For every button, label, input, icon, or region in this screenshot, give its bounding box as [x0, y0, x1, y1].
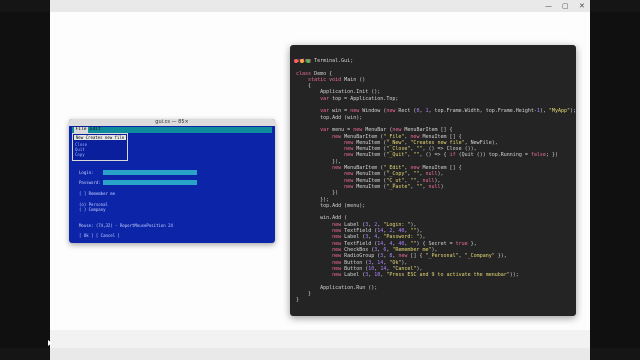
- ok-cancel-buttons[interactable]: [ Ok ] [ Cancel ]: [79, 233, 120, 238]
- remember-me-checkbox[interactable]: [ ] Remember me: [79, 191, 115, 196]
- terminal-title: gui.cs — 85×: [155, 119, 189, 125]
- left-letterbox: [0, 12, 50, 348]
- mouse-pointer-icon: [48, 340, 52, 346]
- top-bar: — ▢ ✕: [0, 0, 640, 12]
- menu-item-new[interactable]: New Creates new file: [74, 135, 126, 140]
- code-line: var win = new Window (new Rect (0, 1, to…: [320, 108, 576, 115]
- menu-item-copy[interactable]: Copy: [73, 152, 127, 157]
- code-body[interactable]: using Terminal.Gui; class Demo { static …: [296, 58, 576, 314]
- mouse-status: Mouse: (74,32) - ReportMousePosition 24: [79, 223, 173, 228]
- terminal-window[interactable]: gui.cs — 85× File Edit New Creates new f…: [69, 119, 275, 243]
- login-label: Login:: [79, 170, 94, 175]
- maximize-icon[interactable]: ▢: [562, 1, 569, 11]
- title-strip: [50, 0, 590, 12]
- bottom-bar: [0, 348, 640, 360]
- radio-company[interactable]: ( ) Company: [79, 207, 106, 212]
- right-letterbox: [590, 12, 640, 348]
- minimize-icon[interactable]: —: [545, 1, 552, 11]
- code-line: new MenuItem ("_Quit", "", () => { if (Q…: [344, 152, 558, 159]
- code-editor-window[interactable]: using Terminal.Gui; class Demo { static …: [290, 45, 576, 316]
- password-field[interactable]: [103, 180, 197, 185]
- password-label: Password:: [79, 180, 101, 185]
- terminal-titlebar[interactable]: gui.cs — 85×: [69, 119, 275, 136]
- bottom-strip: [50, 348, 590, 360]
- close-icon[interactable]: ✕: [579, 1, 585, 11]
- file-dropdown: New Creates new file Close Quit Copy: [72, 133, 128, 161]
- code-line: }: [296, 297, 300, 304]
- login-field[interactable]: [103, 170, 197, 175]
